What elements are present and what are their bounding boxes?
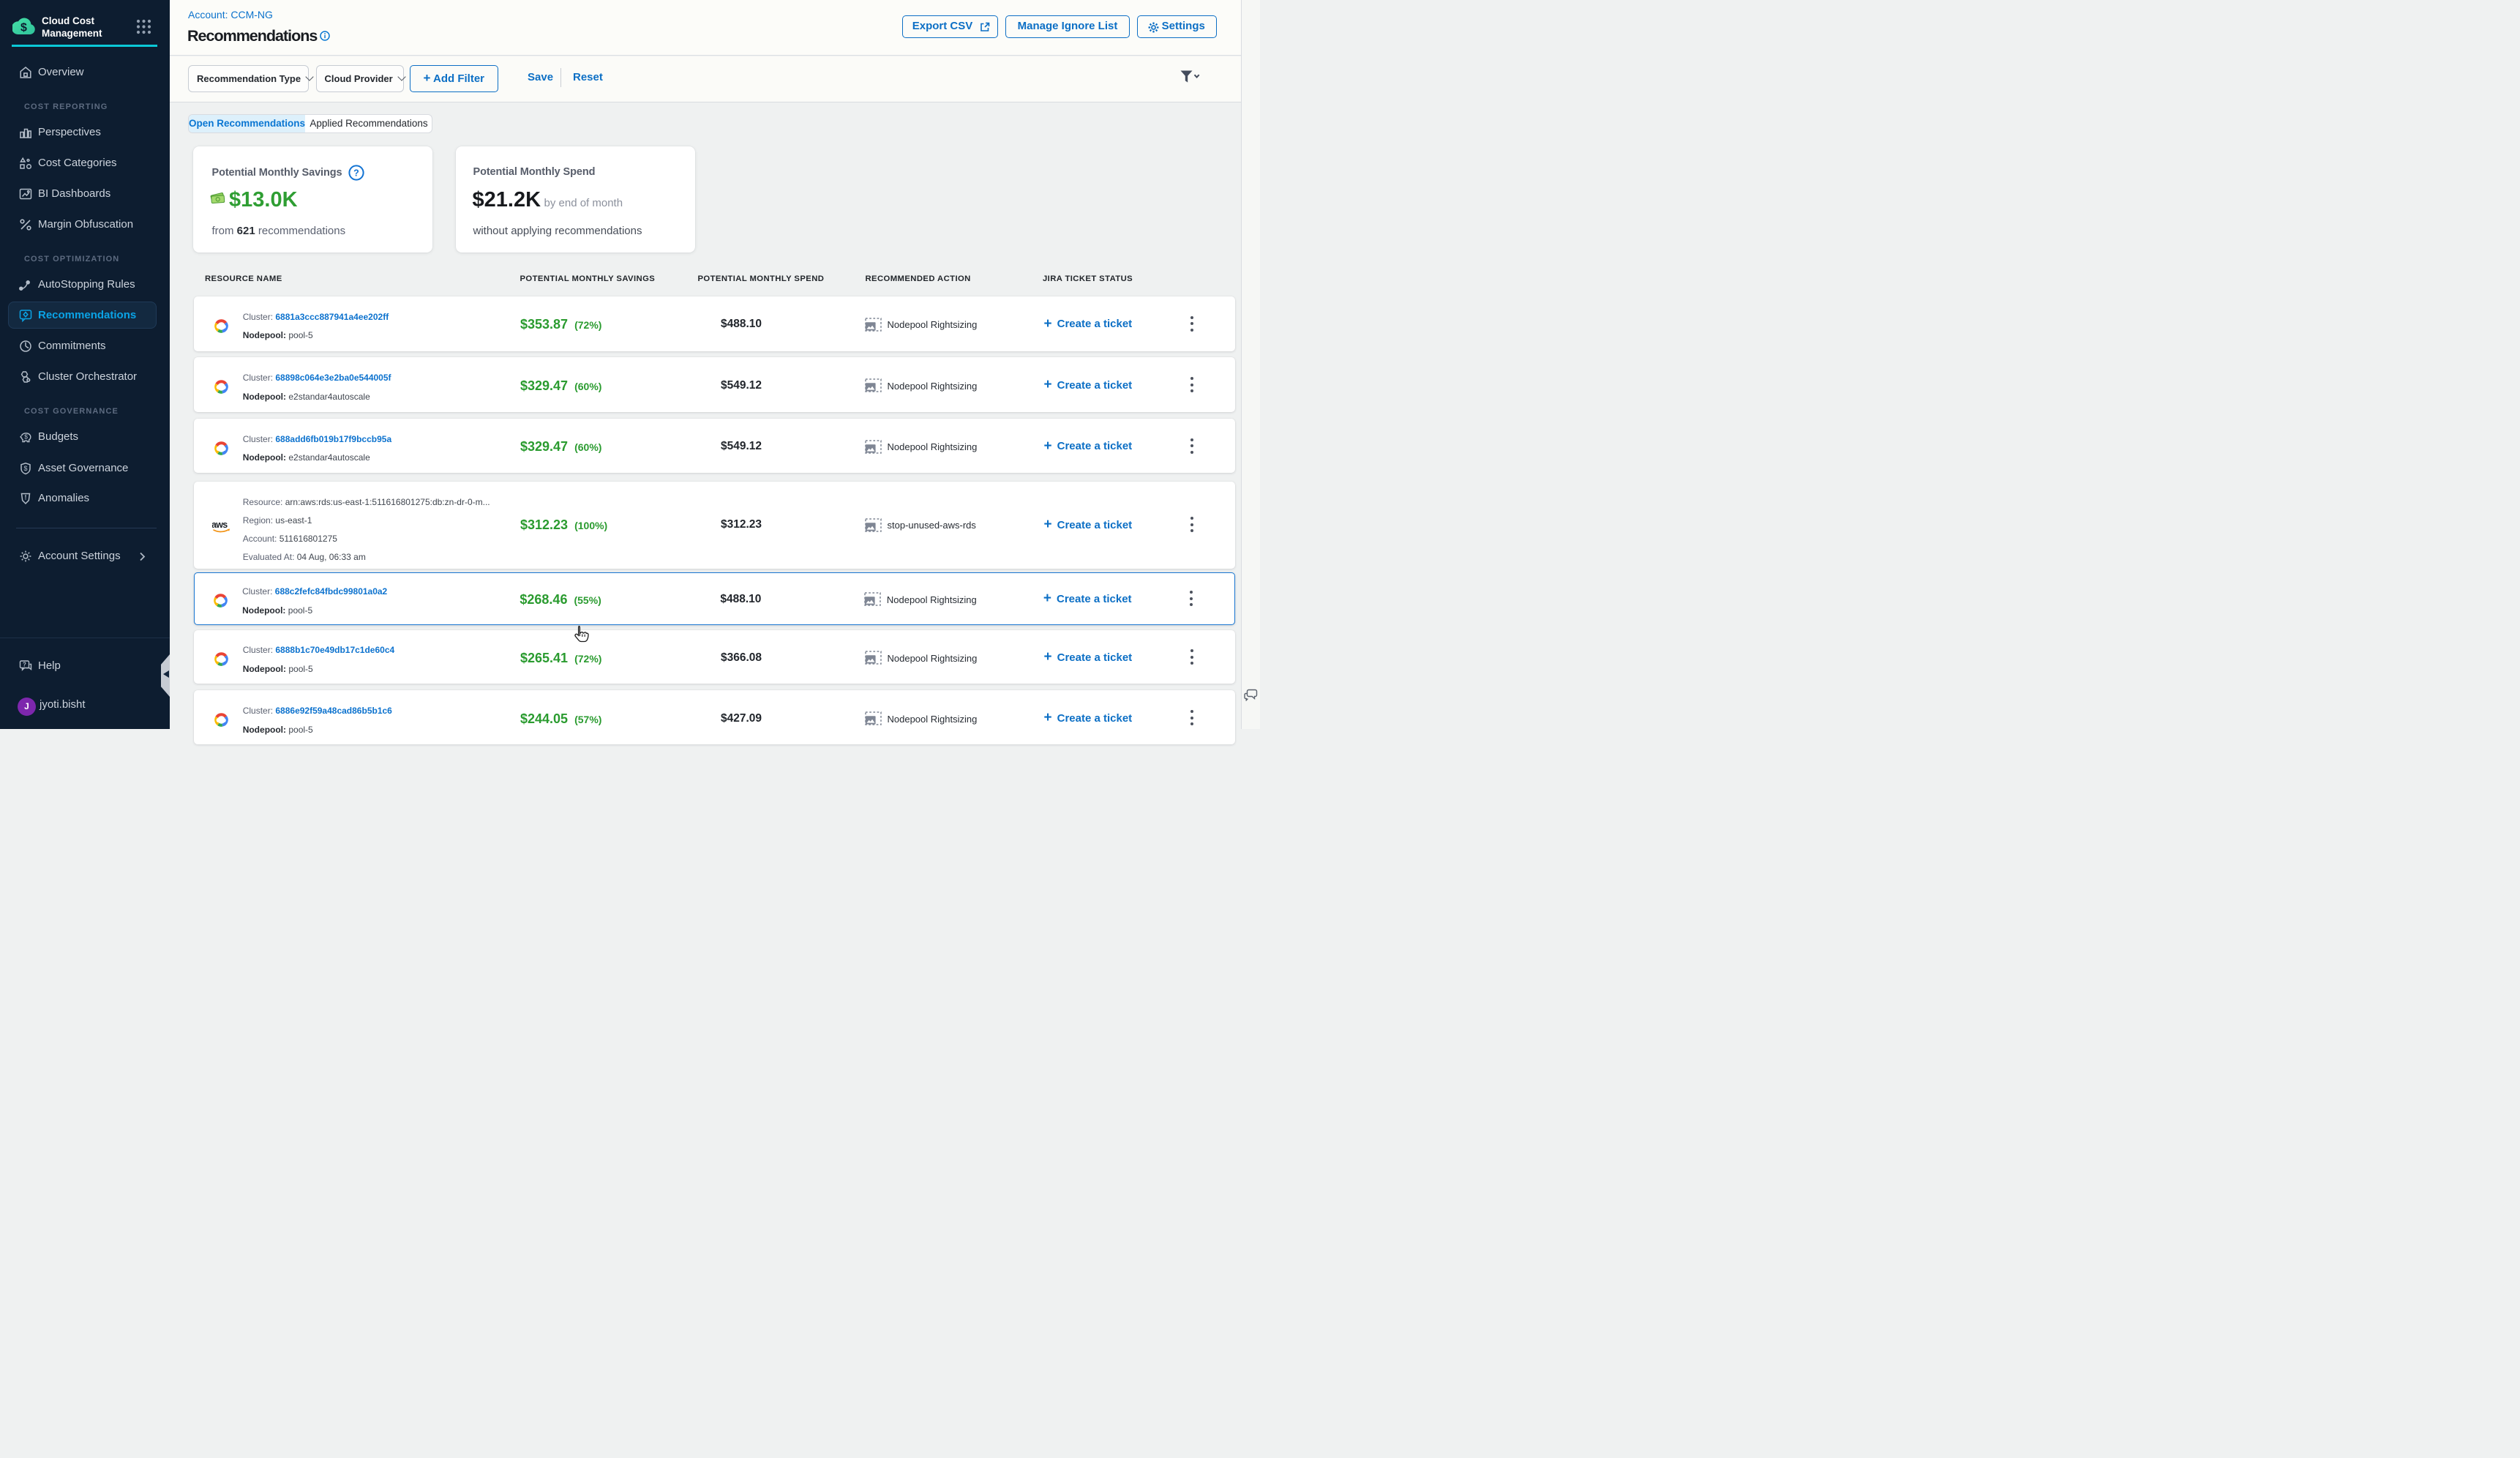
svg-text:$: $ [23, 464, 27, 471]
svg-text:!: ! [25, 494, 27, 501]
svg-text:?: ? [23, 662, 26, 668]
svg-text:$: $ [24, 433, 28, 441]
svg-text:$: $ [20, 22, 27, 34]
svg-text:?: ? [353, 168, 359, 178]
